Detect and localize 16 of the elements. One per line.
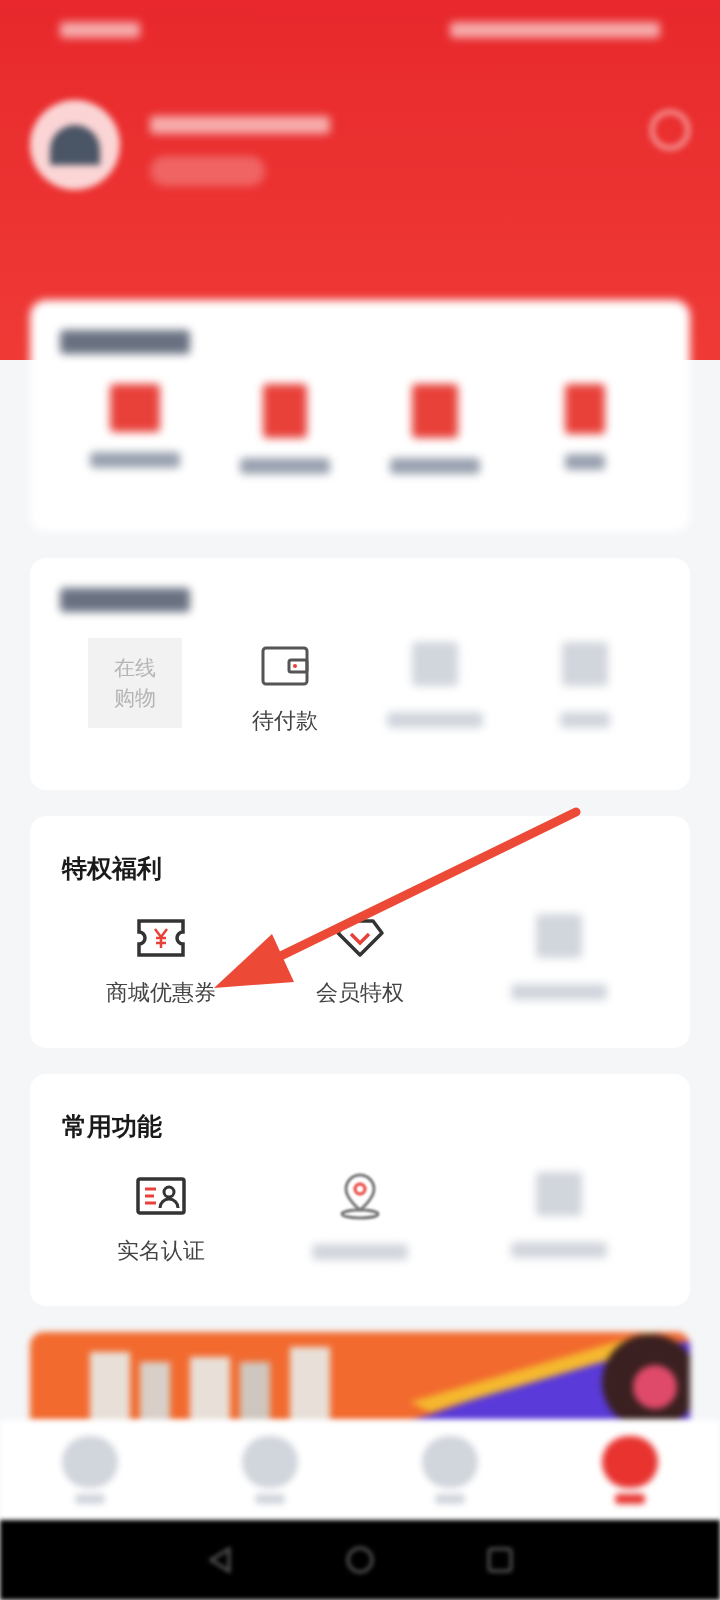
shortcut-label[interactable]: 实名认证 xyxy=(117,1233,206,1267)
location-pin-icon xyxy=(338,1171,382,1220)
shortcut-label[interactable]: 待付款 xyxy=(252,704,318,737)
id-card-icon xyxy=(136,1175,187,1216)
coupon-icon xyxy=(136,917,187,958)
member-badge[interactable] xyxy=(150,156,265,186)
home-icon[interactable] xyxy=(345,1545,375,1575)
settings-icon[interactable] xyxy=(650,110,690,150)
shortcut-label[interactable]: 会员特权 xyxy=(316,975,404,1009)
card-title: 特权福利 xyxy=(62,853,163,885)
recent-apps-icon[interactable] xyxy=(485,1545,515,1575)
wallet-icon xyxy=(261,646,309,686)
shortcut-label[interactable]: 商城优惠券 xyxy=(106,975,217,1009)
diamond-icon xyxy=(335,917,385,958)
nav-tab[interactable] xyxy=(602,1436,658,1504)
card-title: 常用功能 xyxy=(62,1111,163,1143)
